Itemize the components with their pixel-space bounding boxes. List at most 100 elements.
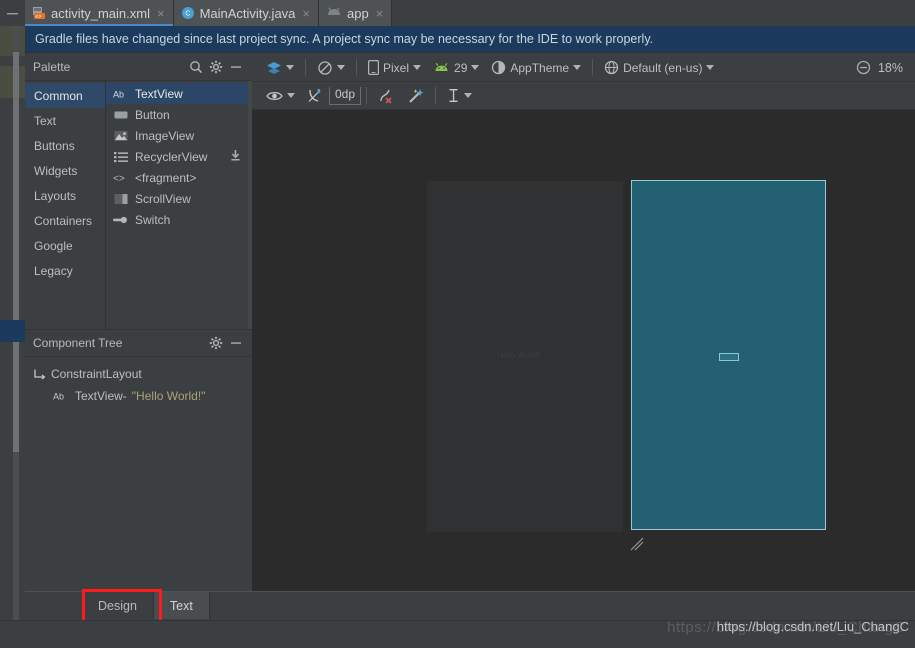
toggle-autoconnect-button[interactable] bbox=[301, 85, 329, 107]
palette-category-label: Layouts bbox=[34, 188, 77, 203]
view-options-button[interactable] bbox=[260, 85, 301, 107]
palette-category-label: Common bbox=[34, 88, 83, 103]
left-tool-strip bbox=[0, 26, 26, 620]
design-mode-select[interactable] bbox=[260, 57, 300, 79]
collapse-all-button[interactable] bbox=[0, 0, 25, 26]
chevron-down-icon bbox=[573, 65, 582, 70]
close-icon[interactable]: × bbox=[376, 7, 384, 20]
palette-header: Palette bbox=[25, 54, 252, 81]
editor-tab-label: activity_main.xml bbox=[51, 5, 150, 21]
tab-text[interactable]: Text bbox=[153, 592, 210, 619]
palette-item-textview[interactable]: Ab TextView bbox=[106, 83, 252, 104]
infer-constraints-button[interactable] bbox=[401, 85, 430, 107]
canvas-resize-handle[interactable] bbox=[628, 535, 646, 553]
close-icon[interactable]: × bbox=[157, 7, 165, 20]
svg-text:C: C bbox=[185, 11, 190, 18]
guidelines-menu-button[interactable] bbox=[441, 85, 478, 107]
palette-category-legacy[interactable]: Legacy bbox=[25, 258, 105, 283]
theme-select[interactable]: AppTheme bbox=[485, 57, 587, 79]
palette-category-google[interactable]: Google bbox=[25, 233, 105, 258]
chevron-down-icon bbox=[337, 65, 345, 70]
toolbar-separator bbox=[356, 59, 357, 76]
gear-icon[interactable] bbox=[206, 57, 226, 77]
design-surface-canvas[interactable]: Hello World! bbox=[252, 110, 915, 591]
orientation-select[interactable] bbox=[311, 57, 351, 79]
api-level-label: 29 bbox=[454, 60, 468, 75]
close-icon[interactable]: × bbox=[302, 7, 310, 20]
palette-category-containers[interactable]: Containers bbox=[25, 208, 105, 233]
zoom-controls: 18% bbox=[856, 60, 915, 75]
palette-item-label: ScrollView bbox=[135, 191, 191, 206]
palette-category-layouts[interactable]: Layouts bbox=[25, 183, 105, 208]
palette-category-label: Legacy bbox=[34, 263, 73, 278]
palette-category-buttons[interactable]: Buttons bbox=[25, 133, 105, 158]
recyclerview-icon bbox=[113, 151, 129, 163]
scrollview-icon bbox=[113, 193, 129, 205]
tree-node-constraintlayout[interactable]: ConstraintLayout bbox=[25, 363, 252, 385]
palette-item-recyclerview[interactable]: RecyclerView bbox=[106, 146, 252, 167]
api-level-select[interactable]: 29 bbox=[427, 57, 485, 79]
minimize-icon[interactable] bbox=[226, 333, 246, 353]
editor-tab-app[interactable]: app × bbox=[319, 0, 393, 26]
palette-item-label: Button bbox=[135, 107, 170, 122]
blueprint-preview-device[interactable] bbox=[631, 180, 826, 530]
left-scrollbar-thumb[interactable] bbox=[13, 52, 19, 452]
palette-category-text[interactable]: Text bbox=[25, 108, 105, 133]
blueprint-textview-widget[interactable] bbox=[719, 353, 739, 361]
tab-design[interactable]: Design bbox=[82, 592, 154, 619]
locale-select[interactable]: Default (en-us) bbox=[598, 57, 720, 79]
palette-body: Common Text Buttons Widgets Layouts Cont… bbox=[25, 81, 252, 330]
component-tree-title: Component Tree bbox=[33, 336, 123, 350]
palette-category-label: Widgets bbox=[34, 163, 78, 178]
xml-layout-icon: <> bbox=[32, 6, 46, 20]
android-icon bbox=[433, 62, 450, 74]
device-select[interactable]: Pixel bbox=[362, 57, 427, 79]
toolbar-separator bbox=[435, 87, 437, 104]
palette-item-fragment[interactable]: <> <fragment> bbox=[106, 167, 252, 188]
gradle-sync-notification[interactable]: Gradle files have changed since last pro… bbox=[25, 26, 915, 53]
chevron-down-icon bbox=[286, 65, 294, 70]
editor-tab-mainactivity-java[interactable]: C MainActivity.java × bbox=[173, 0, 319, 26]
gear-icon[interactable] bbox=[206, 333, 226, 353]
tree-node-value: "Hello World!" bbox=[131, 389, 206, 403]
svg-text:<>: <> bbox=[35, 14, 41, 20]
design-preview-hello-text: Hello World! bbox=[497, 351, 541, 360]
palette-item-button[interactable]: Button bbox=[106, 104, 252, 125]
svg-text:<>: <> bbox=[113, 173, 125, 184]
palette-category-label: Google bbox=[34, 238, 73, 253]
palette-item-imageview[interactable]: ImageView bbox=[106, 125, 252, 146]
zoom-out-icon[interactable] bbox=[856, 60, 871, 75]
tree-node-textview[interactable]: Ab TextView- "Hello World!" bbox=[25, 385, 252, 407]
editor-tab-bar: <> activity_main.xml × C MainActivity.ja… bbox=[0, 0, 915, 26]
design-preview-device[interactable]: Hello World! bbox=[427, 181, 623, 532]
clear-constraints-button[interactable] bbox=[372, 85, 401, 107]
chevron-down-icon bbox=[287, 93, 295, 98]
minimize-icon[interactable] bbox=[226, 57, 246, 77]
palette-category-common[interactable]: Common bbox=[25, 83, 105, 108]
constraintlayout-icon bbox=[33, 368, 46, 381]
palette-category-label: Buttons bbox=[34, 138, 75, 153]
editor-tab-activity-main-xml[interactable]: <> activity_main.xml × bbox=[25, 0, 174, 26]
svg-text:Ab: Ab bbox=[53, 392, 64, 402]
device-label: Pixel bbox=[383, 60, 410, 75]
rotate-icon bbox=[317, 60, 333, 76]
search-icon[interactable] bbox=[186, 57, 206, 77]
palette-panel: Palette Common Text Buttons Widgets Layo… bbox=[25, 54, 253, 330]
component-tree-header: Component Tree bbox=[25, 330, 252, 357]
editor-mode-tab-strip: Design Text bbox=[25, 591, 915, 621]
chevron-down-icon bbox=[706, 65, 715, 70]
svg-text:Ab: Ab bbox=[113, 89, 124, 99]
editor-tab-label: app bbox=[347, 5, 369, 21]
download-icon[interactable] bbox=[229, 149, 242, 165]
palette-item-switch[interactable]: Switch bbox=[106, 209, 252, 230]
editor-tab-label: MainActivity.java bbox=[199, 5, 296, 21]
imageview-icon bbox=[113, 130, 129, 142]
default-margin-field[interactable]: 0dp bbox=[329, 86, 362, 105]
palette-item-scrollview[interactable]: ScrollView bbox=[106, 188, 252, 209]
palette-category-label: Text bbox=[34, 113, 57, 128]
tree-node-label: ConstraintLayout bbox=[51, 367, 142, 381]
zoom-level-label: 18% bbox=[877, 60, 903, 75]
notification-message: Gradle files have changed since last pro… bbox=[35, 32, 654, 46]
textview-icon: Ab bbox=[113, 88, 129, 100]
palette-category-widgets[interactable]: Widgets bbox=[25, 158, 105, 183]
